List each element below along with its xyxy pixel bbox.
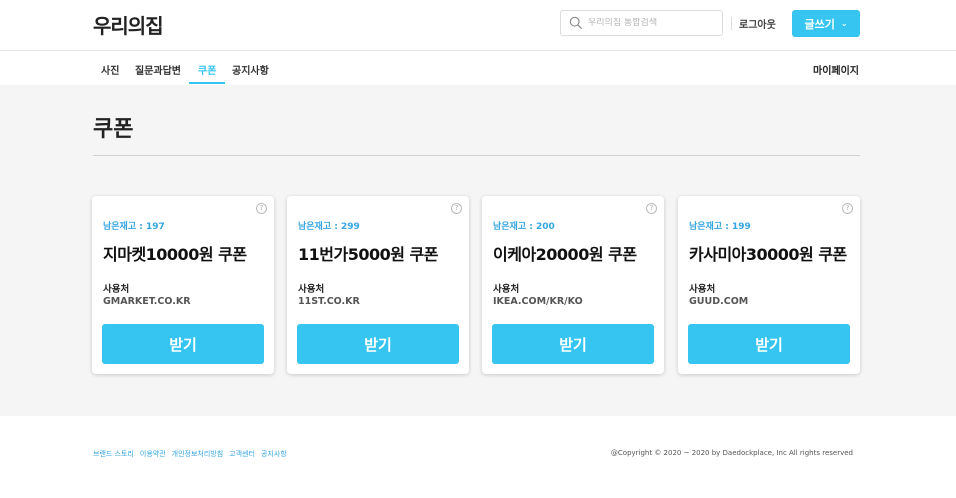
tab-coupons[interactable]: 쿠폰 xyxy=(198,62,216,77)
usage-label: 사용처 xyxy=(298,284,325,295)
coupon-card: ? 남은재고 : 299 11번가5000원 쿠폰 사용처 11ST.CO.KR… xyxy=(287,196,469,374)
main-content: 쿠폰 ? 남은재고 : 197 지마켓10000원 쿠폰 사용처 GMARKET… xyxy=(0,85,956,416)
footer-links: 브랜드 스토리 이용약관 개인정보처리방침 고객센터 공지사항 xyxy=(93,449,287,459)
search-box[interactable] xyxy=(560,10,723,36)
logout-link[interactable]: 로그아웃 xyxy=(739,16,776,31)
usage-value: GMARKET.CO.KR xyxy=(103,296,191,307)
usage-value: IKEA.COM/KR/KO xyxy=(493,296,583,307)
help-icon[interactable]: ? xyxy=(842,203,853,214)
help-icon[interactable]: ? xyxy=(256,203,267,214)
usage-value: 11ST.CO.KR xyxy=(298,296,360,307)
usage-label: 사용처 xyxy=(103,284,130,295)
stock-prefix: 남은재고 : xyxy=(298,222,341,232)
usage-label: 사용처 xyxy=(493,284,520,295)
site-logo[interactable]: 우리의집 xyxy=(93,10,164,39)
tab-qna[interactable]: 질문과답변 xyxy=(135,62,181,77)
coupon-name: 지마켓10000원 쿠폰 xyxy=(103,245,247,264)
coupon-card: ? 남은재고 : 200 이케아20000원 쿠폰 사용처 IKEA.COM/K… xyxy=(482,196,664,374)
write-button[interactable]: 글쓰기 ⌄ xyxy=(792,10,860,37)
help-icon[interactable]: ? xyxy=(646,203,657,214)
footer-link-brand-story[interactable]: 브랜드 스토리 xyxy=(93,449,134,459)
footer-link-support[interactable]: 고객센터 xyxy=(229,449,255,459)
stock-label: 남은재고 : 197 xyxy=(103,219,165,232)
stock-value: 199 xyxy=(732,222,751,232)
title-divider xyxy=(93,155,860,156)
stock-value: 200 xyxy=(536,222,555,232)
stock-prefix: 남은재고 : xyxy=(103,222,146,232)
search-input[interactable] xyxy=(588,18,718,28)
stock-prefix: 남은재고 : xyxy=(689,222,732,232)
stock-label: 남은재고 : 200 xyxy=(493,219,555,232)
tab-photos[interactable]: 사진 xyxy=(101,62,119,77)
stock-prefix: 남은재고 : xyxy=(493,222,536,232)
get-coupon-button[interactable]: 받기 xyxy=(297,324,459,364)
usage-value: GUUD.COM xyxy=(689,296,749,307)
tab-notices[interactable]: 공지사항 xyxy=(232,62,269,77)
footer-link-terms[interactable]: 이용약관 xyxy=(140,449,166,459)
stock-value: 299 xyxy=(341,222,360,232)
get-coupon-button[interactable]: 받기 xyxy=(102,324,264,364)
stock-label: 남은재고 : 199 xyxy=(689,219,751,232)
page-title: 쿠폰 xyxy=(93,117,134,142)
stock-label: 남은재고 : 299 xyxy=(298,219,360,232)
write-button-label: 글쓰기 xyxy=(804,17,835,31)
mypage-link[interactable]: 마이페이지 xyxy=(813,62,859,77)
footer-link-notices[interactable]: 공지사항 xyxy=(261,449,287,459)
coupon-name: 카사미아30000원 쿠폰 xyxy=(689,245,847,264)
copyright-text: @Copyright © 2020 ~ 2020 by Daedockplace… xyxy=(610,449,853,457)
coupon-name: 이케아20000원 쿠폰 xyxy=(493,245,637,264)
footer-link-privacy[interactable]: 개인정보처리방침 xyxy=(172,449,224,459)
coupon-name: 11번가5000원 쿠폰 xyxy=(298,245,438,264)
header-divider xyxy=(731,17,732,30)
usage-label: 사용처 xyxy=(689,284,716,295)
sub-navigation: 사진 질문과답변 쿠폰 공지사항 마이페이지 xyxy=(0,51,956,85)
active-tab-indicator xyxy=(189,82,225,84)
get-coupon-button[interactable]: 받기 xyxy=(688,324,850,364)
coupon-card: ? 남은재고 : 197 지마켓10000원 쿠폰 사용처 GMARKET.CO… xyxy=(92,196,274,374)
search-icon xyxy=(569,16,583,30)
footer: 브랜드 스토리 이용약관 개인정보처리방침 고객센터 공지사항 @Copyrig… xyxy=(0,416,956,498)
help-icon[interactable]: ? xyxy=(451,203,462,214)
chevron-down-icon: ⌄ xyxy=(840,19,848,28)
stock-value: 197 xyxy=(146,222,165,232)
top-header: 우리의집 로그아웃 글쓰기 ⌄ xyxy=(0,0,956,51)
get-coupon-button[interactable]: 받기 xyxy=(492,324,654,364)
coupon-card: ? 남은재고 : 199 카사미아30000원 쿠폰 사용처 GUUD.COM … xyxy=(678,196,860,374)
